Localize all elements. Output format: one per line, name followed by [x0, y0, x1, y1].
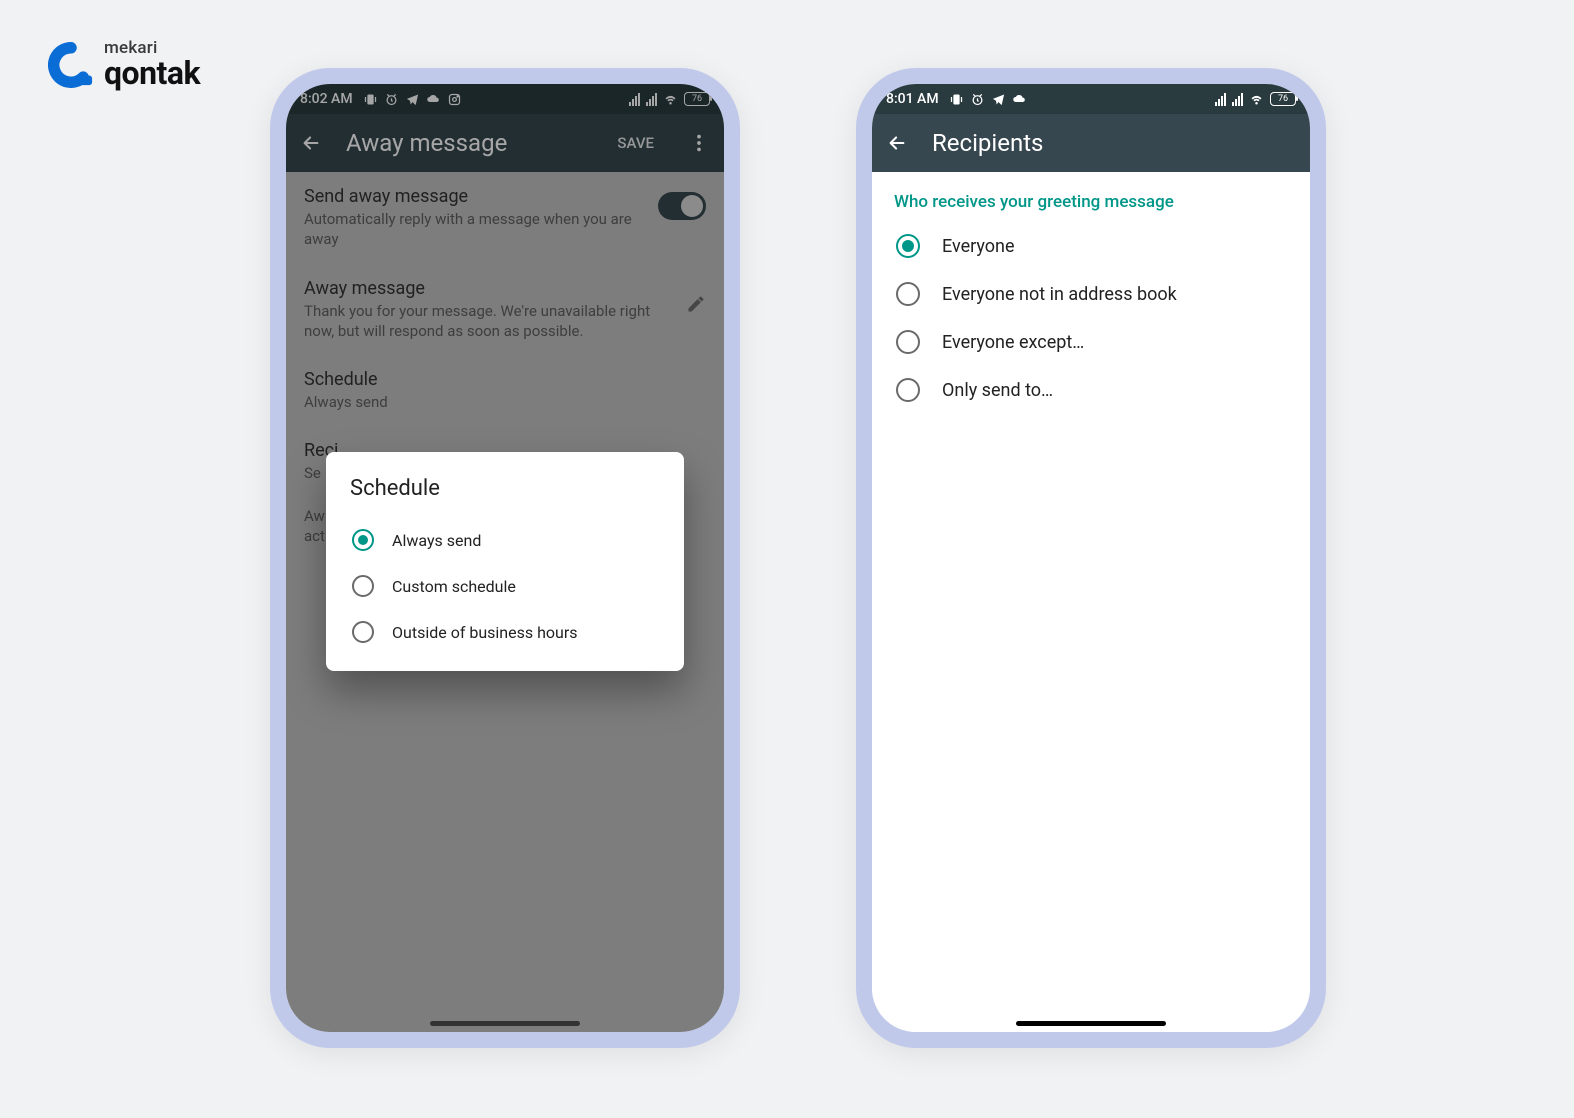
telegram-icon	[991, 92, 1006, 107]
status-time: 8:01 AM	[886, 91, 939, 107]
radio-icon[interactable]	[896, 234, 920, 258]
dialog-title: Schedule	[350, 476, 660, 501]
battery-level: 76	[1278, 94, 1288, 104]
home-indicator[interactable]	[1016, 1021, 1166, 1026]
logo-text-bottom: qontak	[104, 57, 200, 89]
radio-icon[interactable]	[896, 330, 920, 354]
signal-icon	[1215, 93, 1226, 106]
radio-icon[interactable]	[352, 529, 374, 551]
page-title: Recipients	[932, 129, 1296, 157]
home-indicator[interactable]	[430, 1021, 580, 1026]
app-bar: Recipients	[872, 114, 1310, 172]
phone-away-message: 8:02 AM 76 Away	[270, 68, 740, 1048]
recipient-option-everyone[interactable]: Everyone	[872, 222, 1310, 270]
section-header: Who receives your greeting message	[872, 172, 1310, 222]
radio-icon[interactable]	[896, 378, 920, 402]
battery-icon: 76	[1270, 92, 1296, 106]
option-label: Everyone	[942, 236, 1015, 257]
option-label: Only send to…	[942, 380, 1053, 401]
back-button[interactable]	[886, 132, 908, 154]
phone-recipients: 8:01 AM 76 Recipients	[856, 68, 1326, 1048]
schedule-option-custom[interactable]: Custom schedule	[350, 563, 660, 609]
recipient-option-only[interactable]: Only send to…	[872, 366, 1310, 414]
option-label: Always send	[392, 531, 481, 550]
option-label: Outside of business hours	[392, 623, 578, 642]
schedule-option-outside[interactable]: Outside of business hours	[350, 609, 660, 655]
schedule-option-always[interactable]: Always send	[350, 517, 660, 563]
vibrate-icon	[949, 92, 964, 107]
alarm-icon	[970, 92, 985, 107]
schedule-dialog: Schedule Always send Custom schedule Out…	[326, 452, 684, 671]
option-label: Everyone not in address book	[942, 284, 1177, 305]
wifi-icon	[1249, 92, 1264, 107]
logo-mark-icon	[48, 42, 94, 88]
status-bar: 8:01 AM 76	[872, 84, 1310, 114]
radio-icon[interactable]	[896, 282, 920, 306]
option-label: Custom schedule	[392, 577, 516, 596]
brand-logo: mekari qontak	[48, 40, 200, 89]
recipient-option-not-in-book[interactable]: Everyone not in address book	[872, 270, 1310, 318]
radio-icon[interactable]	[352, 575, 374, 597]
radio-icon[interactable]	[352, 621, 374, 643]
signal-icon-2	[1232, 93, 1243, 106]
cloud-icon	[1012, 92, 1027, 107]
option-label: Everyone except…	[942, 332, 1084, 353]
recipient-option-except[interactable]: Everyone except…	[872, 318, 1310, 366]
